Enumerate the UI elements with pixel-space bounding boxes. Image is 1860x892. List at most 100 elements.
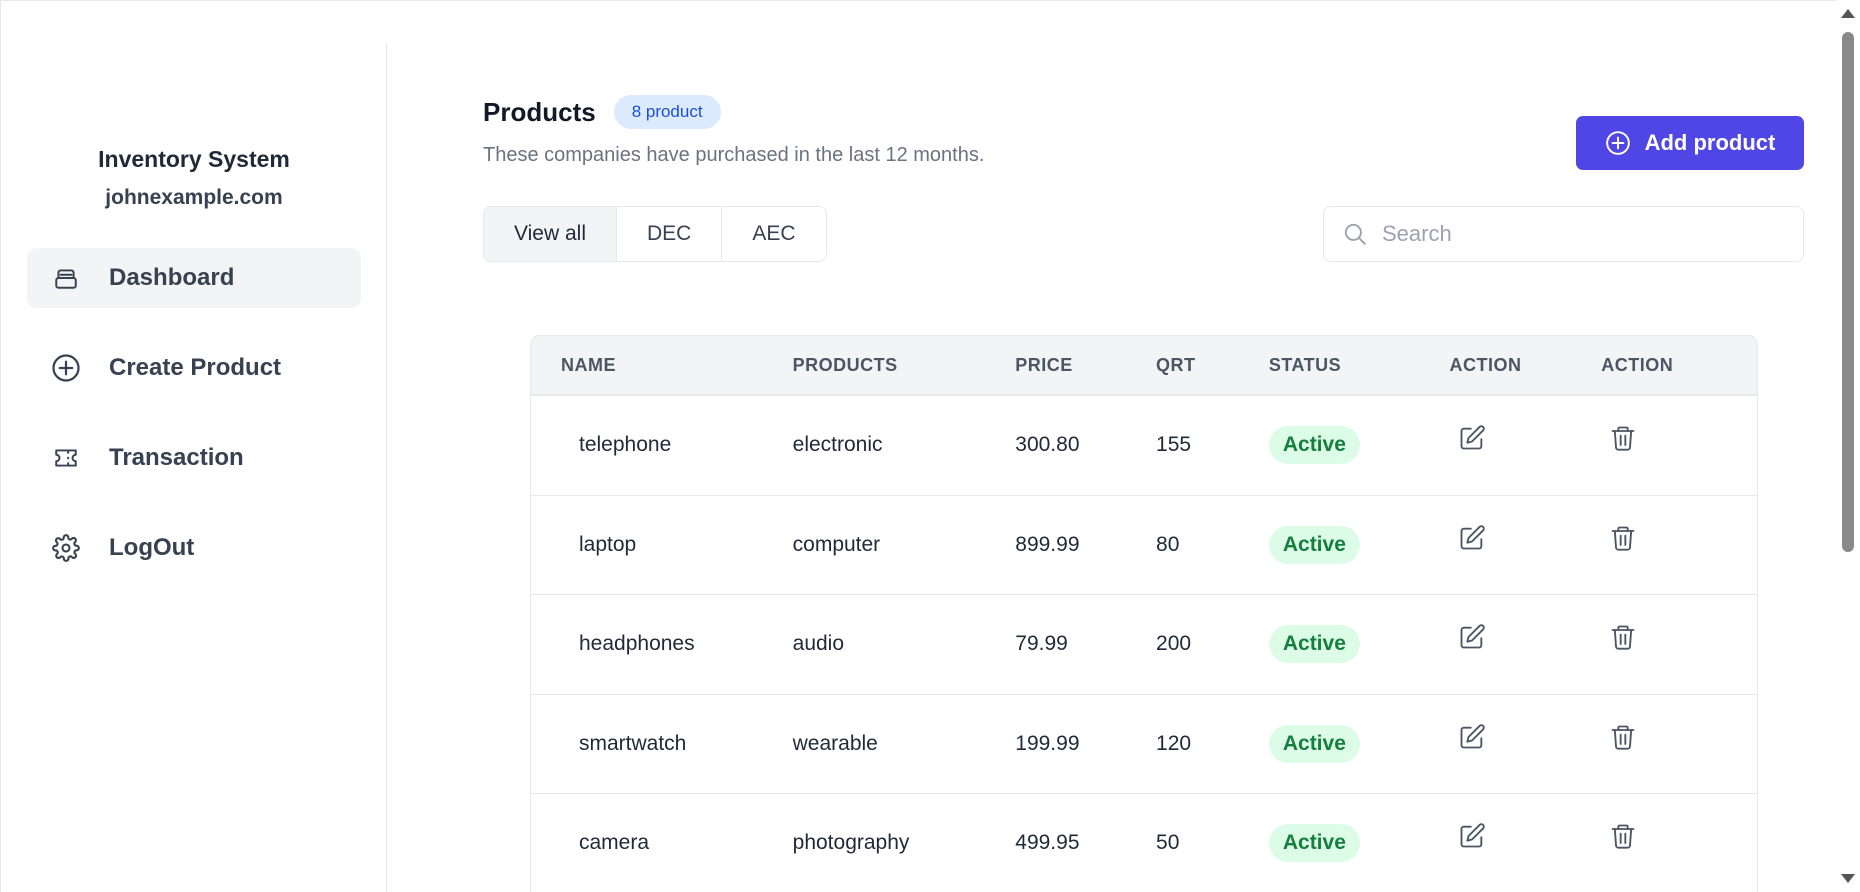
table-header: NAME PRODUCTS PRICE QRT STATUS ACTION AC… bbox=[531, 336, 1757, 396]
cell-qty: 80 bbox=[1156, 532, 1180, 556]
trash-icon[interactable] bbox=[1609, 723, 1637, 751]
plus-circle-icon bbox=[1605, 130, 1631, 156]
product-count-badge: 8 product bbox=[613, 95, 721, 129]
cell-edit bbox=[1450, 425, 1602, 458]
cell-product: computer bbox=[792, 532, 881, 556]
title-row: Products 8 product bbox=[483, 95, 721, 129]
table-row: headphones audio 79.99 200 Active bbox=[531, 595, 1757, 695]
edit-icon[interactable] bbox=[1458, 623, 1486, 651]
vertical-scrollbar[interactable] bbox=[1836, 0, 1860, 892]
edit-icon[interactable] bbox=[1458, 822, 1486, 850]
cell-delete bbox=[1601, 426, 1757, 458]
cell-qty: 120 bbox=[1156, 731, 1192, 755]
cell-edit bbox=[1450, 624, 1602, 657]
column-header-status[interactable]: STATUS bbox=[1269, 355, 1450, 376]
cell-qty: 50 bbox=[1156, 831, 1180, 855]
page-title: Products bbox=[483, 96, 596, 127]
cell-status: Active bbox=[1268, 426, 1450, 465]
status-badge: Active bbox=[1268, 525, 1360, 564]
drawer-icon bbox=[51, 263, 81, 293]
cell-product: electronic bbox=[792, 433, 883, 457]
cell-name: smartwatch bbox=[579, 731, 687, 755]
edit-icon[interactable] bbox=[1458, 723, 1486, 751]
table-row: camera photography 499.95 50 Active bbox=[531, 794, 1757, 892]
filter-aec[interactable]: AEC bbox=[722, 207, 826, 261]
status-badge: Active bbox=[1268, 625, 1360, 664]
plus-circle-icon bbox=[51, 353, 81, 383]
user-email: johnexample.com bbox=[105, 186, 283, 209]
cell-status: Active bbox=[1268, 625, 1450, 664]
add-product-label: Add product bbox=[1644, 130, 1776, 155]
sidebar-item-label: LogOut bbox=[109, 534, 195, 561]
trash-icon[interactable] bbox=[1609, 822, 1637, 850]
sidebar: Inventory System johnexample.com Dashboa… bbox=[1, 1, 387, 892]
sidebar-divider bbox=[386, 43, 387, 892]
filter-group: View all DEC AEC bbox=[483, 206, 827, 262]
cell-product: audio bbox=[792, 632, 845, 656]
column-header-price[interactable]: PRICE bbox=[1015, 355, 1156, 376]
search-icon bbox=[1342, 221, 1368, 247]
cell-qty: 155 bbox=[1156, 433, 1192, 457]
cell-product: wearable bbox=[792, 731, 878, 755]
column-header-action-edit: ACTION bbox=[1449, 354, 1522, 375]
status-badge: Active bbox=[1268, 824, 1360, 863]
search-input[interactable] bbox=[1382, 221, 1762, 247]
sidebar-nav: Dashboard Create Product Transaction Log… bbox=[27, 248, 361, 608]
app-frame: Inventory System johnexample.com Dashboa… bbox=[0, 0, 1836, 892]
cell-price: 199.99 bbox=[1015, 731, 1080, 755]
edit-icon[interactable] bbox=[1458, 424, 1486, 452]
app-title: Inventory System bbox=[98, 146, 290, 172]
cell-delete bbox=[1601, 824, 1757, 856]
column-header-qty[interactable]: QRT bbox=[1156, 355, 1269, 376]
column-header-products[interactable]: PRODUCTS bbox=[793, 355, 1016, 376]
page-subtitle: These companies have purchased in the la… bbox=[483, 144, 985, 166]
trash-icon[interactable] bbox=[1609, 424, 1637, 452]
trash-icon[interactable] bbox=[1609, 623, 1637, 651]
edit-icon[interactable] bbox=[1458, 524, 1486, 552]
cell-edit bbox=[1450, 823, 1602, 856]
sidebar-item-logout[interactable]: LogOut bbox=[27, 518, 361, 578]
sidebar-item-create-product[interactable]: Create Product bbox=[27, 338, 361, 398]
cell-name: laptop bbox=[579, 532, 637, 556]
cell-price: 499.95 bbox=[1015, 831, 1080, 855]
products-table: NAME PRODUCTS PRICE QRT STATUS ACTION AC… bbox=[530, 335, 1758, 892]
trash-icon[interactable] bbox=[1609, 524, 1637, 552]
status-badge: Active bbox=[1268, 426, 1360, 465]
scroll-up-arrow-icon[interactable] bbox=[1841, 9, 1855, 18]
table-row: smartwatch wearable 199.99 120 Active bbox=[531, 695, 1757, 794]
scroll-down-arrow-icon[interactable] bbox=[1841, 874, 1855, 883]
cell-status: Active bbox=[1268, 525, 1450, 564]
main-content: Products 8 product These companies have … bbox=[483, 1, 1804, 892]
ticket-icon bbox=[51, 443, 81, 473]
cell-edit bbox=[1450, 525, 1602, 558]
cell-delete bbox=[1601, 725, 1757, 757]
cell-delete bbox=[1601, 625, 1757, 657]
add-product-button[interactable]: Add product bbox=[1576, 116, 1804, 170]
sidebar-item-label: Transaction bbox=[109, 444, 244, 471]
cell-name: headphones bbox=[579, 632, 695, 656]
cell-name: camera bbox=[579, 831, 650, 855]
cell-name: telephone bbox=[579, 433, 672, 457]
sidebar-item-label: Dashboard bbox=[109, 264, 235, 291]
scroll-thumb[interactable] bbox=[1842, 32, 1854, 552]
search-box bbox=[1323, 206, 1804, 262]
sidebar-item-label: Create Product bbox=[109, 354, 282, 381]
filter-view-all[interactable]: View all bbox=[484, 207, 617, 261]
table-row: laptop computer 899.99 80 Active bbox=[531, 496, 1757, 595]
sidebar-item-transaction[interactable]: Transaction bbox=[27, 428, 361, 488]
cell-price: 300.80 bbox=[1015, 433, 1080, 457]
cell-qty: 200 bbox=[1156, 632, 1192, 656]
cell-edit bbox=[1450, 724, 1602, 757]
status-badge: Active bbox=[1268, 724, 1360, 763]
cell-status: Active bbox=[1268, 824, 1450, 863]
cell-delete bbox=[1601, 526, 1757, 558]
gear-icon bbox=[51, 533, 81, 563]
cell-product: photography bbox=[792, 831, 910, 855]
filter-dec[interactable]: DEC bbox=[616, 207, 723, 261]
cell-price: 79.99 bbox=[1015, 632, 1068, 656]
cell-price: 899.99 bbox=[1015, 532, 1080, 556]
column-header-name[interactable]: NAME bbox=[531, 355, 793, 376]
cell-status: Active bbox=[1268, 724, 1450, 763]
table-row: telephone electronic 300.80 155 Active bbox=[531, 396, 1757, 496]
sidebar-item-dashboard[interactable]: Dashboard bbox=[27, 248, 361, 308]
